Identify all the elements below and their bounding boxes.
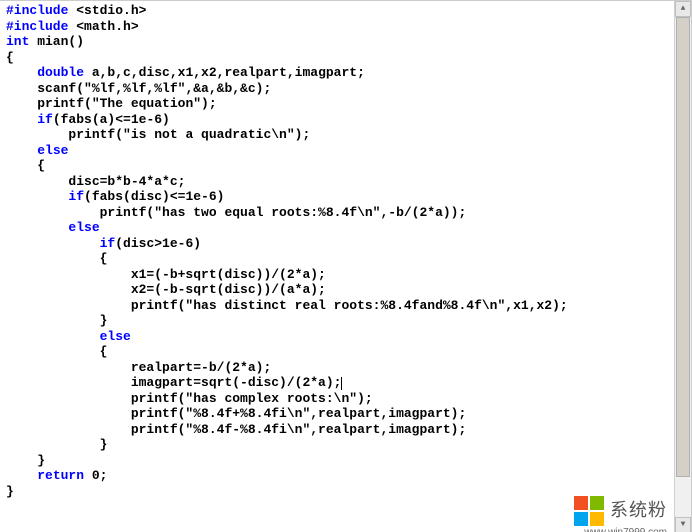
code-line: double a,b,c,disc,x1,x2,realpart,imagpar… bbox=[6, 65, 661, 81]
keyword-token: else bbox=[68, 220, 99, 235]
logo-square-red bbox=[574, 496, 588, 510]
keyword-token: #include bbox=[6, 19, 68, 34]
code-token: (disc>1e-6) bbox=[115, 236, 201, 251]
code-token: x2=(-b-sqrt(disc))/(a*a); bbox=[131, 282, 326, 297]
keyword-token: int bbox=[6, 34, 29, 49]
code-line: scanf("%lf,%lf,%lf",&a,&b,&c); bbox=[6, 81, 661, 97]
keyword-token: return bbox=[37, 468, 84, 483]
code-line: } bbox=[6, 484, 661, 500]
code-line: else bbox=[6, 143, 661, 159]
code-token: mian() bbox=[29, 34, 84, 49]
code-line: } bbox=[6, 453, 661, 469]
code-line: { bbox=[6, 344, 661, 360]
code-line: imagpart=sqrt(-disc)/(2*a); bbox=[6, 375, 661, 391]
code-line: { bbox=[6, 251, 661, 267]
keyword-token: #include bbox=[6, 3, 68, 18]
code-line: #include <math.h> bbox=[6, 19, 661, 35]
code-token: disc=b*b-4*a*c; bbox=[68, 174, 185, 189]
code-line: else bbox=[6, 329, 661, 345]
keyword-token: if bbox=[68, 189, 84, 204]
code-line: } bbox=[6, 437, 661, 453]
logo-square-green bbox=[590, 496, 604, 510]
code-line: return 0; bbox=[6, 468, 661, 484]
code-token: realpart=-b/(2*a); bbox=[131, 360, 271, 375]
code-line: printf("is not a quadratic\n"); bbox=[6, 127, 661, 143]
code-line: x1=(-b+sqrt(disc))/(2*a); bbox=[6, 267, 661, 283]
code-token: } bbox=[6, 484, 14, 499]
chevron-up-icon: ▲ bbox=[681, 1, 686, 17]
scrollbar-thumb[interactable] bbox=[676, 17, 690, 477]
keyword-token: else bbox=[100, 329, 131, 344]
code-line: else bbox=[6, 220, 661, 236]
watermark: 系统粉 bbox=[574, 496, 667, 526]
code-line: if(fabs(disc)<=1e-6) bbox=[6, 189, 661, 205]
code-line: printf("has distinct real roots:%8.4fand… bbox=[6, 298, 661, 314]
code-token: <stdio.h> bbox=[68, 3, 146, 18]
code-token: (fabs(a)<=1e-6) bbox=[53, 112, 170, 127]
code-line: { bbox=[6, 50, 661, 66]
watermark-url: www.win7999.com bbox=[584, 525, 667, 532]
code-token: scanf("%lf,%lf,%lf",&a,&b,&c); bbox=[37, 81, 271, 96]
code-line: printf("has two equal roots:%8.4f\n",-b/… bbox=[6, 205, 661, 221]
code-line: } bbox=[6, 313, 661, 329]
code-line: printf("The equation"); bbox=[6, 96, 661, 112]
watermark-brand-text: 系统粉 bbox=[610, 503, 667, 519]
code-line: disc=b*b-4*a*c; bbox=[6, 174, 661, 190]
code-token: a,b,c,disc,x1,x2,realpart,imagpart; bbox=[84, 65, 365, 80]
code-token: x1=(-b+sqrt(disc))/(2*a); bbox=[131, 267, 326, 282]
code-token: printf("The equation"); bbox=[37, 96, 216, 111]
text-cursor bbox=[341, 377, 342, 390]
code-token: printf("has two equal roots:%8.4f\n",-b/… bbox=[100, 205, 467, 220]
code-token: } bbox=[37, 453, 45, 468]
code-token: (fabs(disc)<=1e-6) bbox=[84, 189, 224, 204]
code-line: x2=(-b-sqrt(disc))/(a*a); bbox=[6, 282, 661, 298]
code-token: printf("is not a quadratic\n"); bbox=[68, 127, 310, 142]
code-token: { bbox=[6, 50, 14, 65]
keyword-token: double bbox=[37, 65, 84, 80]
code-token: <math.h> bbox=[68, 19, 138, 34]
scrollbar-up-button[interactable]: ▲ bbox=[675, 1, 691, 17]
code-token: { bbox=[37, 158, 45, 173]
code-line: #include <stdio.h> bbox=[6, 3, 661, 19]
code-token: { bbox=[100, 251, 108, 266]
chevron-down-icon: ▼ bbox=[681, 517, 686, 532]
vertical-scrollbar[interactable]: ▲ ▼ bbox=[674, 1, 691, 532]
code-area[interactable]: #include <stdio.h>#include <math.h>int m… bbox=[6, 3, 661, 526]
code-line: printf("has complex roots:\n"); bbox=[6, 391, 661, 407]
code-line: if(fabs(a)<=1e-6) bbox=[6, 112, 661, 128]
code-token: printf("%8.4f+%8.4fi\n",realpart,imagpar… bbox=[131, 406, 466, 421]
code-token: imagpart=sqrt(-disc)/(2*a); bbox=[131, 375, 342, 390]
code-token: printf("%8.4f-%8.4fi\n",realpart,imagpar… bbox=[131, 422, 466, 437]
code-line: { bbox=[6, 158, 661, 174]
keyword-token: if bbox=[100, 236, 116, 251]
code-line: realpart=-b/(2*a); bbox=[6, 360, 661, 376]
code-line: printf("%8.4f+%8.4fi\n",realpart,imagpar… bbox=[6, 406, 661, 422]
windows-logo-icon bbox=[574, 496, 604, 526]
code-line: int mian() bbox=[6, 34, 661, 50]
code-editor-frame: #include <stdio.h>#include <math.h>int m… bbox=[0, 0, 692, 532]
keyword-token: if bbox=[37, 112, 53, 127]
code-line: if(disc>1e-6) bbox=[6, 236, 661, 252]
code-token: 0; bbox=[84, 468, 107, 483]
code-token: { bbox=[100, 344, 108, 359]
code-token: printf("has distinct real roots:%8.4fand… bbox=[131, 298, 568, 313]
code-token: } bbox=[100, 437, 108, 452]
code-token: printf("has complex roots:\n"); bbox=[131, 391, 373, 406]
keyword-token: else bbox=[37, 143, 68, 158]
code-line: printf("%8.4f-%8.4fi\n",realpart,imagpar… bbox=[6, 422, 661, 438]
scrollbar-down-button[interactable]: ▼ bbox=[675, 517, 691, 532]
code-token: } bbox=[100, 313, 108, 328]
